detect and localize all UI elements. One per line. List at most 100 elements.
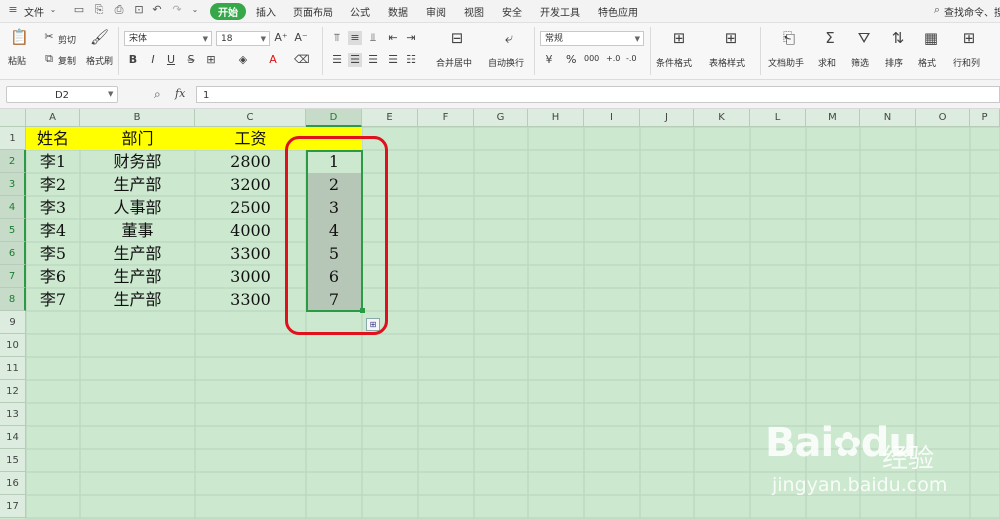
row-header-15[interactable]: 15 bbox=[0, 449, 26, 472]
column-header-b[interactable]: B bbox=[80, 109, 195, 127]
thousand-separator-button[interactable]: 000 bbox=[584, 54, 599, 63]
tab-security[interactable]: 安全 bbox=[502, 4, 522, 19]
column-header-d[interactable]: D bbox=[306, 109, 362, 127]
print-preview-icon[interactable]: ⊡ bbox=[132, 3, 146, 17]
row-header-5[interactable]: 5 bbox=[0, 219, 26, 242]
row-header-4[interactable]: 4 bbox=[0, 196, 26, 219]
search-icon[interactable]: ⌕ bbox=[930, 3, 944, 17]
percent-button[interactable]: % bbox=[566, 53, 576, 66]
table-style-button[interactable]: 表格样式 bbox=[709, 56, 745, 69]
column-header-e[interactable]: E bbox=[362, 109, 418, 127]
cell-name[interactable]: 李2 bbox=[26, 173, 80, 196]
cell-department[interactable]: 生产部 bbox=[80, 242, 195, 265]
conditional-format-button[interactable]: 条件格式 bbox=[656, 56, 692, 69]
merge-center-button[interactable]: 合并居中 bbox=[436, 56, 472, 69]
cell-name[interactable]: 李5 bbox=[26, 242, 80, 265]
sort-icon[interactable]: ⇅ bbox=[889, 29, 907, 47]
font-size-select[interactable]: 18 ▼ bbox=[216, 31, 270, 46]
rows-cols-button[interactable]: 行和列 bbox=[953, 56, 980, 69]
strikethrough-icon[interactable]: S̶ bbox=[184, 53, 198, 67]
tab-review[interactable]: 审阅 bbox=[426, 4, 446, 19]
format-painter-button[interactable]: 格式刷 bbox=[86, 54, 113, 67]
row-header-6[interactable]: 6 bbox=[0, 242, 26, 265]
fill-color-icon[interactable]: ◈ bbox=[236, 53, 250, 67]
align-middle-icon[interactable]: ≡ bbox=[348, 31, 362, 45]
cell-department[interactable]: 财务部 bbox=[80, 150, 195, 173]
tab-developer[interactable]: 开发工具 bbox=[540, 4, 580, 19]
zoom-search-icon[interactable]: ⌕ bbox=[154, 87, 161, 102]
indent-increase-icon[interactable]: ⇥ bbox=[404, 31, 418, 45]
decrease-decimal-button[interactable]: -.0 bbox=[626, 54, 637, 63]
wrap-text-icon[interactable]: ⤶ bbox=[500, 29, 518, 47]
redo-icon[interactable]: ↷ bbox=[170, 3, 184, 17]
header-cell[interactable]: 部门 bbox=[80, 127, 195, 150]
underline-icon[interactable]: U bbox=[164, 53, 178, 67]
fx-button[interactable]: fx bbox=[175, 87, 185, 100]
row-header-10[interactable]: 10 bbox=[0, 334, 26, 357]
sort-button[interactable]: 排序 bbox=[885, 56, 903, 69]
row-header-1[interactable]: 1 bbox=[0, 127, 26, 150]
tab-special[interactable]: 特色应用 bbox=[598, 4, 638, 19]
cell-department[interactable]: 生产部 bbox=[80, 265, 195, 288]
copy-button[interactable]: 复制 bbox=[58, 54, 76, 67]
column-header-f[interactable]: F bbox=[418, 109, 474, 127]
column-header-l[interactable]: L bbox=[750, 109, 806, 127]
tab-view[interactable]: 视图 bbox=[464, 4, 484, 19]
save-icon[interactable]: ▭ bbox=[72, 3, 86, 17]
font-color-icon[interactable]: A bbox=[266, 53, 280, 67]
filter-button[interactable]: 筛选 bbox=[851, 56, 869, 69]
sum-button[interactable]: 求和 bbox=[818, 56, 836, 69]
filter-icon[interactable]: ⛛ bbox=[855, 29, 873, 47]
tab-insert[interactable]: 插入 bbox=[256, 4, 276, 19]
undo-icon[interactable]: ↶ bbox=[150, 3, 164, 17]
format-painter-icon[interactable]: 🖌 bbox=[90, 28, 109, 46]
column-header-a[interactable]: A bbox=[26, 109, 80, 127]
italic-icon[interactable]: I bbox=[146, 53, 160, 67]
column-header-p[interactable]: P bbox=[970, 109, 1000, 127]
cell-name[interactable]: 李4 bbox=[26, 219, 80, 242]
export-icon[interactable]: ⎘ bbox=[92, 3, 106, 17]
increase-decimal-button[interactable]: +.0 bbox=[606, 54, 620, 63]
cell-department[interactable]: 生产部 bbox=[80, 288, 195, 311]
font-name-select[interactable]: 宋体 ▼ bbox=[124, 31, 212, 46]
row-header-2[interactable]: 2 bbox=[0, 150, 26, 173]
column-header-h[interactable]: H bbox=[528, 109, 584, 127]
align-top-icon[interactable]: ⫪ bbox=[330, 31, 344, 45]
name-box[interactable]: D2 bbox=[6, 86, 118, 103]
indent-decrease-icon[interactable]: ⇤ bbox=[386, 31, 400, 45]
decrease-font-icon[interactable]: A⁻ bbox=[294, 31, 308, 45]
tab-formulas[interactable]: 公式 bbox=[350, 4, 370, 19]
file-menu[interactable]: 文件 bbox=[24, 4, 44, 19]
column-header-i[interactable]: I bbox=[584, 109, 640, 127]
column-header-j[interactable]: J bbox=[640, 109, 694, 127]
wrap-text-button[interactable]: 自动换行 bbox=[488, 56, 524, 69]
rows-cols-icon[interactable]: ⊞ bbox=[960, 29, 978, 47]
justify-icon[interactable]: ☰ bbox=[386, 53, 400, 67]
file-dropdown-icon[interactable]: ⌄ bbox=[46, 3, 60, 17]
tab-data[interactable]: 数据 bbox=[388, 4, 408, 19]
row-header-3[interactable]: 3 bbox=[0, 173, 26, 196]
cell-name[interactable]: 李3 bbox=[26, 196, 80, 219]
cell-department[interactable]: 人事部 bbox=[80, 196, 195, 219]
sum-icon[interactable]: Σ bbox=[821, 29, 839, 47]
border-icon[interactable]: ⊞ bbox=[204, 53, 218, 67]
paste-button[interactable]: 粘贴 bbox=[8, 54, 26, 67]
formula-input[interactable]: 1 bbox=[196, 86, 1000, 103]
cell-department[interactable]: 生产部 bbox=[80, 173, 195, 196]
align-center-icon[interactable]: ☰ bbox=[348, 53, 362, 67]
distribute-icon[interactable]: ☷ bbox=[404, 53, 418, 67]
row-header-14[interactable]: 14 bbox=[0, 426, 26, 449]
quick-access-dropdown-icon[interactable]: ⌄ bbox=[188, 3, 202, 17]
row-header-16[interactable]: 16 bbox=[0, 472, 26, 495]
column-header-n[interactable]: N bbox=[860, 109, 916, 127]
hamburger-menu-icon[interactable]: ≡ bbox=[6, 3, 20, 17]
paste-icon[interactable]: 📋 bbox=[10, 28, 29, 46]
row-header-9[interactable]: 9 bbox=[0, 311, 26, 334]
column-header-m[interactable]: M bbox=[806, 109, 860, 127]
cell-name[interactable]: 李7 bbox=[26, 288, 80, 311]
column-header-o[interactable]: O bbox=[916, 109, 970, 127]
doc-assistant-button[interactable]: 文档助手 bbox=[768, 56, 804, 69]
doc-assistant-icon[interactable]: ⎗ bbox=[780, 29, 798, 47]
increase-font-icon[interactable]: A⁺ bbox=[274, 31, 288, 45]
column-header-c[interactable]: C bbox=[195, 109, 306, 127]
